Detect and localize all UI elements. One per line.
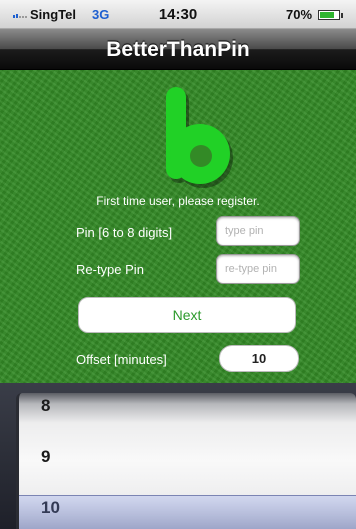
- picker-selection-bar: [19, 495, 356, 529]
- pin-label: Pin [6 to 8 digits]: [76, 225, 173, 240]
- picker-wheel[interactable]: 8 9 10: [16, 393, 356, 529]
- offset-label: Offset [minutes]: [76, 352, 167, 367]
- page-title: BetterThanPin: [106, 38, 250, 61]
- picker-item[interactable]: 9: [41, 447, 50, 467]
- status-bar: SingTel 3G 14:30 70%: [0, 0, 356, 29]
- battery-fill: [320, 12, 334, 18]
- battery-percent: 70%: [286, 7, 313, 22]
- next-button[interactable]: Next: [78, 297, 296, 333]
- retype-pin-label: Re-type Pin: [76, 262, 144, 277]
- picker-item[interactable]: 8: [41, 396, 50, 416]
- offset-field[interactable]: 10: [219, 345, 299, 372]
- pin-input[interactable]: [216, 216, 300, 246]
- app-logo-icon: [166, 87, 233, 188]
- picker-item-selected[interactable]: 10: [41, 498, 60, 518]
- register-message: First time user, please register.: [96, 194, 260, 208]
- number-picker: 8 9 10: [0, 383, 356, 529]
- navigation-bar: BetterThanPin: [0, 29, 356, 70]
- registration-panel: First time user, please register. Pin [6…: [0, 70, 356, 383]
- battery-icon: [318, 10, 343, 20]
- retype-pin-input[interactable]: [216, 254, 300, 284]
- logo-counter: [190, 145, 212, 167]
